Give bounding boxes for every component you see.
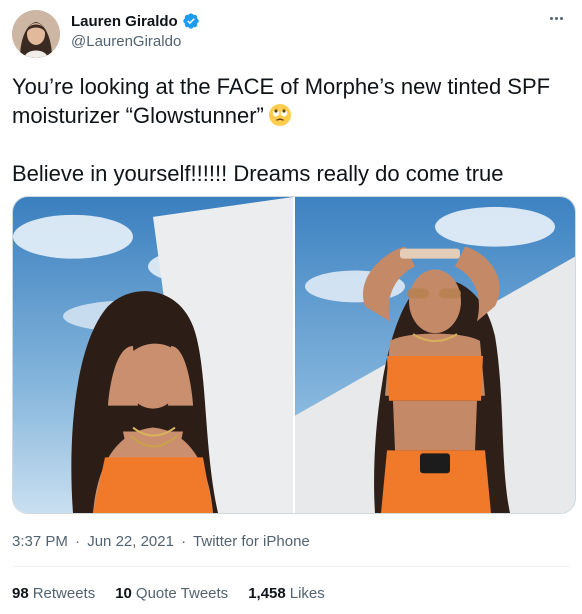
more-options-icon[interactable] <box>544 8 568 28</box>
meta-separator-2: · <box>181 533 187 550</box>
tweet-time[interactable]: 3:37 PM <box>12 533 68 550</box>
retweets-stat[interactable]: 98 Retweets <box>12 585 95 602</box>
retweets-label: Retweets <box>32 585 96 602</box>
tweet-text: You’re looking at the FACE of Morphe’s n… <box>12 72 572 188</box>
tweet-line-2-text: moisturizer “Glowstunner” <box>12 103 264 128</box>
photo-2[interactable] <box>295 197 575 513</box>
likes-stat[interactable]: 1,458 Likes <box>248 585 325 602</box>
retweets-count: 98 <box>12 585 29 602</box>
name-row: Lauren Giraldo <box>71 12 200 30</box>
tweet-date[interactable]: Jun 22, 2021 <box>87 533 174 550</box>
divider <box>12 566 570 567</box>
tweet-line-1: You’re looking at the FACE of Morphe’s n… <box>12 74 551 99</box>
avatar[interactable] <box>12 10 60 58</box>
media-grid <box>12 196 576 514</box>
meta-separator-1: · <box>75 533 81 550</box>
tweet-stats: 98 Retweets 10 Quote Tweets 1,458 Likes <box>12 585 325 602</box>
photo-1[interactable] <box>13 197 293 513</box>
tweet-source[interactable]: Twitter for iPhone <box>193 533 310 550</box>
tweet-line-2: moisturizer “Glowstunner” <box>12 101 572 130</box>
likes-label: Likes <box>289 585 325 602</box>
tweet-meta: 3:37 PM · Jun 22, 2021 · Twitter for iPh… <box>12 533 310 550</box>
display-name[interactable]: Lauren Giraldo <box>71 13 178 30</box>
tweet: Lauren Giraldo @LaurenGiraldo You’re loo… <box>0 0 582 614</box>
verified-badge-icon <box>182 12 200 30</box>
quote-tweets-label: Quote Tweets <box>135 585 229 602</box>
handle[interactable]: @LaurenGiraldo <box>71 33 181 50</box>
quote-tweets-stat[interactable]: 10 Quote Tweets <box>115 585 228 602</box>
likes-count: 1,458 <box>248 585 286 602</box>
eye-roll-emoji-icon <box>268 103 292 127</box>
tweet-line-3: Believe in yourself!!!!!! Dreams really … <box>12 161 504 186</box>
quote-tweets-count: 10 <box>115 585 132 602</box>
